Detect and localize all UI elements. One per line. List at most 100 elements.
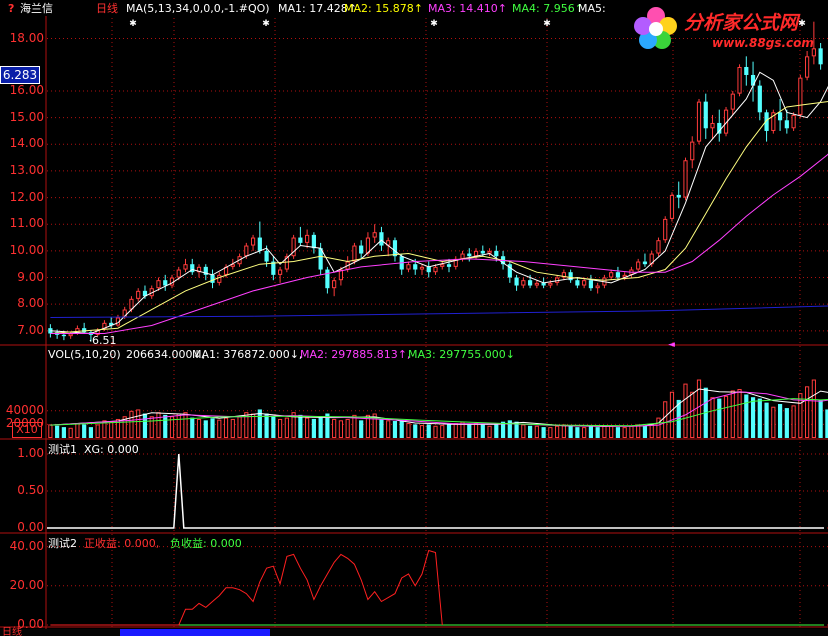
candle-body — [642, 261, 648, 265]
candle-body — [68, 333, 73, 337]
candle-body — [487, 250, 492, 254]
bottom-date-highlight — [120, 629, 270, 636]
price-axis-label: 18.00 — [9, 30, 44, 45]
volume-bar — [230, 418, 235, 438]
price-axis-label: 12.00 — [9, 189, 44, 204]
volume-bar — [527, 425, 533, 438]
volume-bar — [379, 418, 384, 438]
volume-bar — [284, 417, 289, 439]
volume-bar — [95, 424, 100, 438]
candle-body — [527, 280, 533, 286]
volume-bar — [595, 427, 600, 438]
volume-bar — [568, 425, 573, 438]
volume-unit-badge: X10 — [12, 422, 42, 438]
price-axis-label: 7.00 — [17, 322, 44, 337]
volume-bar — [764, 402, 769, 438]
volume-bar — [453, 423, 458, 439]
volume-bar — [271, 416, 276, 438]
volume-bar — [68, 427, 73, 438]
candle-body — [163, 280, 168, 286]
test2-title: 测试2 — [48, 537, 77, 550]
candle-body — [575, 280, 580, 286]
candle-body — [777, 112, 783, 121]
volume-bar — [730, 390, 735, 438]
candle-body — [548, 282, 553, 286]
volume-bar — [521, 424, 526, 438]
volume-bar — [440, 425, 445, 438]
volume-bar — [710, 397, 715, 439]
volume-header-item: MA3: 297755.000↓ — [408, 348, 515, 361]
volume-bar — [575, 427, 580, 438]
candle-body — [534, 282, 539, 286]
candle-body — [595, 285, 600, 289]
volume-bar — [88, 427, 94, 438]
candle-body — [669, 194, 675, 219]
candle-body — [757, 85, 762, 113]
candle-body — [683, 160, 688, 198]
logo-url[interactable]: www.88gs.com — [712, 36, 814, 50]
volume-bar — [129, 410, 134, 438]
test1-xg-value: XG: 0.000 — [84, 443, 139, 456]
volume-bar — [176, 413, 181, 438]
volume-bar — [55, 425, 60, 438]
price-axis-label: 9.00 — [17, 269, 44, 284]
site-logo: 分析家公式网 www.88gs.com — [628, 2, 828, 54]
volume-bar — [622, 427, 627, 438]
candle-body — [433, 266, 438, 273]
volume-bar — [717, 398, 722, 438]
candle-body — [473, 250, 479, 257]
candle-body — [311, 234, 316, 249]
candle-body — [663, 218, 668, 241]
ma-formula: MA(5,13,34,0,0,0,-1.#QO) — [126, 2, 270, 15]
candle-body — [494, 250, 499, 257]
header-tick-marker: ✱ — [262, 19, 270, 29]
price-axis-label: 13.00 — [9, 162, 44, 177]
volume-bar — [433, 425, 438, 439]
candle-body — [798, 77, 803, 115]
volume-bar — [555, 425, 560, 439]
ma-line-ma4 — [50, 305, 828, 318]
volume-bar — [791, 405, 796, 438]
volume-bar — [656, 417, 661, 439]
candle-body — [210, 274, 215, 283]
volume-bar — [278, 418, 283, 438]
volume-bar — [473, 423, 479, 439]
volume-bar — [136, 409, 141, 439]
volume-bar — [467, 424, 472, 438]
candle-body — [636, 261, 641, 270]
price-axis-label: 10.00 — [9, 242, 44, 257]
volume-bar — [48, 424, 53, 438]
volume-bar — [311, 418, 316, 438]
volume-header-item: MA2: 297885.813↑, — [300, 348, 411, 361]
candle-body — [615, 272, 621, 278]
test1-title: 测试1 — [48, 443, 77, 456]
candle-body — [352, 245, 357, 262]
volume-bar — [109, 421, 114, 438]
header-tick-marker: ✱ — [430, 19, 438, 29]
candle-body — [176, 269, 181, 278]
volume-bar — [61, 427, 66, 438]
volume-bar — [332, 418, 337, 438]
candle-body — [730, 93, 735, 110]
test2-axis-label: 20.00 — [9, 577, 44, 592]
help-icon[interactable]: ? — [8, 2, 14, 15]
current-price-badge: 6.283 — [0, 66, 40, 84]
candle-body — [521, 280, 526, 286]
candle-body — [156, 280, 161, 289]
volume-bar — [210, 418, 215, 438]
volume-bar — [818, 399, 823, 438]
candle-body — [264, 250, 269, 262]
volume-bar — [534, 425, 539, 439]
ma-legend-item: MA5: — [578, 2, 606, 15]
candle-body — [217, 274, 222, 283]
period-label[interactable]: 日线 — [96, 2, 118, 15]
ma-line-ma3 — [50, 153, 828, 334]
candle-body — [305, 234, 310, 243]
candle-body — [365, 237, 371, 254]
candle-body — [440, 264, 445, 267]
volume-header-item: VOL(5,10,20) — [48, 348, 121, 361]
candle-body — [656, 240, 661, 254]
test1-axis-label: 0.00 — [17, 520, 44, 534]
volume-bar — [264, 413, 269, 438]
volume-bar — [771, 406, 776, 439]
